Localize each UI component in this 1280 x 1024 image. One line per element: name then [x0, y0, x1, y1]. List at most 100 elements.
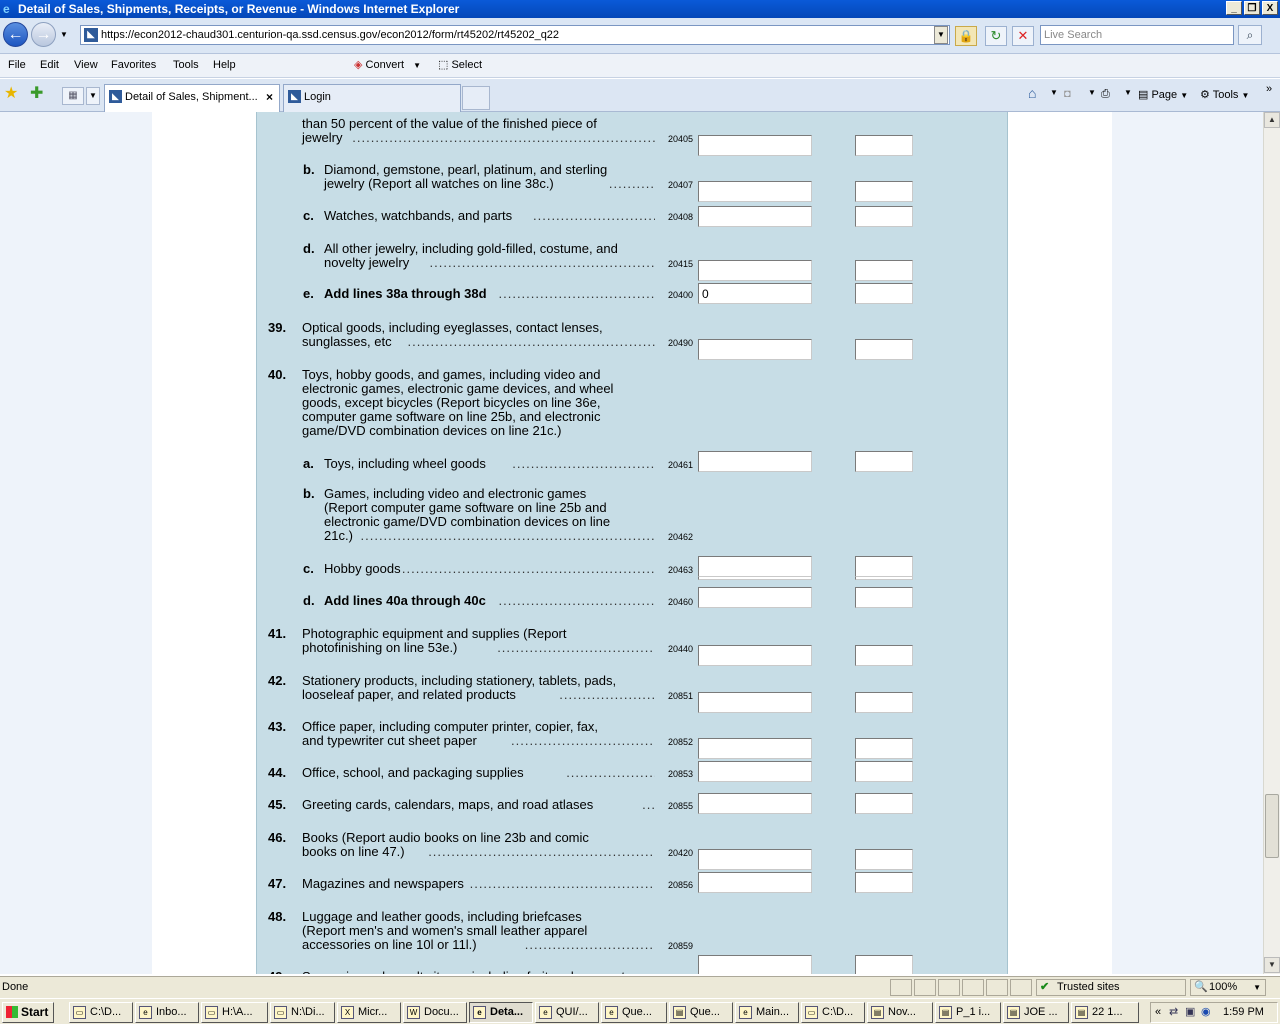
security-zone[interactable]: ✔ Trusted sites — [1036, 979, 1186, 996]
percent-input[interactable] — [855, 692, 913, 713]
amount-input[interactable] — [698, 738, 812, 759]
history-dropdown-icon[interactable]: ▼ — [60, 30, 68, 39]
taskbar-item[interactable]: e QUI/... — [535, 1002, 599, 1023]
scroll-up-icon[interactable]: ▲ — [1264, 112, 1280, 128]
tab-close-icon[interactable]: × — [266, 85, 273, 109]
tray-computer-icon[interactable]: ▣ — [1185, 1003, 1195, 1022]
amount-input[interactable] — [698, 849, 812, 870]
menu-tools[interactable]: Tools — [173, 59, 199, 71]
forward-button[interactable]: → — [31, 22, 56, 47]
home-icon[interactable]: ⌂ — [1028, 85, 1036, 101]
percent-input[interactable] — [855, 761, 913, 782]
percent-input[interactable] — [855, 260, 913, 281]
url-input[interactable]: ◣ https://econ2012-chaud301.centurion-qa… — [80, 25, 950, 45]
amount-input[interactable] — [698, 181, 812, 202]
amount-input[interactable] — [698, 260, 812, 281]
feeds-dropdown-icon[interactable]: ▼ — [1088, 88, 1096, 97]
tab-detail[interactable]: ◣ Detail of Sales, Shipment... × — [104, 84, 280, 112]
taskbar-item[interactable]: ▤ Nov... — [867, 1002, 933, 1023]
taskbar-item[interactable]: e Main... — [735, 1002, 799, 1023]
print-icon[interactable]: ⎙ — [1101, 88, 1110, 101]
tray-network-icon[interactable]: ⇄ — [1169, 1003, 1178, 1022]
percent-input[interactable] — [855, 339, 913, 360]
percent-input[interactable] — [855, 135, 913, 156]
percent-input[interactable] — [855, 738, 913, 759]
amount-input[interactable] — [698, 339, 812, 360]
amount-input[interactable] — [698, 451, 812, 472]
taskbar-item[interactable]: ▤ Que... — [669, 1002, 733, 1023]
percent-input[interactable] — [855, 206, 913, 227]
tray-app-icon[interactable]: ◉ — [1201, 1003, 1211, 1022]
chevron-icon[interactable]: » — [1266, 83, 1272, 95]
refresh-icon[interactable]: ↻ — [985, 26, 1007, 46]
taskbar-item[interactable]: e Inbo... — [135, 1002, 199, 1023]
percent-input[interactable] — [855, 181, 913, 202]
vertical-scrollbar[interactable]: ▲ ▼ — [1263, 112, 1280, 974]
menu-edit[interactable]: Edit — [40, 59, 59, 71]
tab-list-icon[interactable]: ▼ — [86, 87, 100, 105]
select-button[interactable]: ⬚ Select — [438, 57, 482, 73]
menu-view[interactable]: View — [74, 59, 98, 71]
taskbar-item[interactable]: X Micr... — [337, 1002, 401, 1023]
taskbar-item[interactable]: ▤ JOE ... — [1003, 1002, 1069, 1023]
convert-dropdown-icon[interactable]: ▼ — [413, 61, 421, 70]
tab-login[interactable]: ◣ Login — [283, 84, 461, 112]
amount-input[interactable] — [698, 872, 812, 893]
taskbar-item[interactable]: ▭ C:\D... — [69, 1002, 133, 1023]
page-menu-button[interactable]: ▤ Page ▼ — [1138, 88, 1188, 101]
maximize-button[interactable]: ❐ — [1244, 1, 1260, 15]
amount-input[interactable] — [698, 206, 812, 227]
menu-file[interactable]: File — [8, 59, 26, 71]
amount-input[interactable] — [698, 283, 812, 304]
percent-input[interactable] — [855, 587, 913, 608]
percent-input[interactable] — [855, 451, 913, 472]
menu-favorites[interactable]: Favorites — [111, 59, 156, 71]
scroll-down-icon[interactable]: ▼ — [1264, 957, 1280, 973]
taskbar-item[interactable]: e Deta... — [469, 1002, 533, 1023]
minimize-button[interactable]: _ — [1226, 1, 1242, 15]
amount-input[interactable] — [698, 645, 812, 666]
feeds-icon[interactable]: ◘ — [1064, 88, 1071, 100]
amount-input[interactable] — [698, 761, 812, 782]
percent-input[interactable] — [855, 793, 913, 814]
stop-icon[interactable]: ✕ — [1012, 26, 1034, 46]
taskbar-item[interactable]: e Que... — [601, 1002, 667, 1023]
percent-input[interactable] — [855, 872, 913, 893]
lock-icon[interactable]: 🔒 — [955, 26, 977, 46]
taskbar-item[interactable]: ▭ C:\D... — [801, 1002, 865, 1023]
add-favorite-icon[interactable]: ✚ — [30, 85, 43, 103]
menu-help[interactable]: Help — [213, 59, 236, 71]
taskbar-item[interactable]: W Docu... — [403, 1002, 467, 1023]
url-dropdown-icon[interactable]: ▼ — [934, 26, 948, 44]
convert-button[interactable]: ◈ Convert ▼ — [354, 57, 421, 74]
taskbar-item[interactable]: ▭ N:\Di... — [270, 1002, 335, 1023]
search-icon[interactable]: ⌕ — [1238, 25, 1262, 45]
tray-chevron-icon[interactable]: « — [1155, 1003, 1161, 1022]
percent-input[interactable] — [855, 955, 913, 974]
quick-tabs-icon[interactable]: ▦ — [62, 87, 84, 105]
print-dropdown-icon[interactable]: ▼ — [1124, 88, 1132, 97]
back-button[interactable]: ← — [3, 22, 28, 47]
new-tab-button[interactable] — [462, 86, 490, 110]
amount-input[interactable] — [698, 135, 812, 156]
amount-input[interactable] — [698, 556, 812, 577]
search-input[interactable]: Live Search — [1040, 25, 1234, 45]
amount-input[interactable] — [698, 692, 812, 713]
home-dropdown-icon[interactable]: ▼ — [1050, 88, 1058, 97]
amount-input[interactable] — [698, 793, 812, 814]
amount-input[interactable] — [698, 587, 812, 608]
tools-menu-button[interactable]: ⚙ Tools ▼ — [1200, 88, 1249, 101]
start-button[interactable]: Start — [2, 1002, 54, 1023]
scroll-thumb[interactable] — [1265, 794, 1279, 858]
percent-input[interactable] — [855, 283, 913, 304]
taskbar-item[interactable]: ▤ P_1 i... — [935, 1002, 1001, 1023]
zoom-control[interactable]: 🔍 100% ▼ — [1190, 979, 1266, 996]
taskbar-item[interactable]: ▤ 22 1... — [1071, 1002, 1139, 1023]
favorites-star-icon[interactable]: ★ — [4, 85, 18, 103]
percent-input[interactable] — [855, 645, 913, 666]
amount-input[interactable] — [698, 955, 812, 974]
percent-input[interactable] — [855, 556, 913, 577]
close-window-button[interactable]: X — [1262, 1, 1278, 15]
percent-input[interactable] — [855, 849, 913, 870]
taskbar-item[interactable]: ▭ H:\A... — [201, 1002, 268, 1023]
